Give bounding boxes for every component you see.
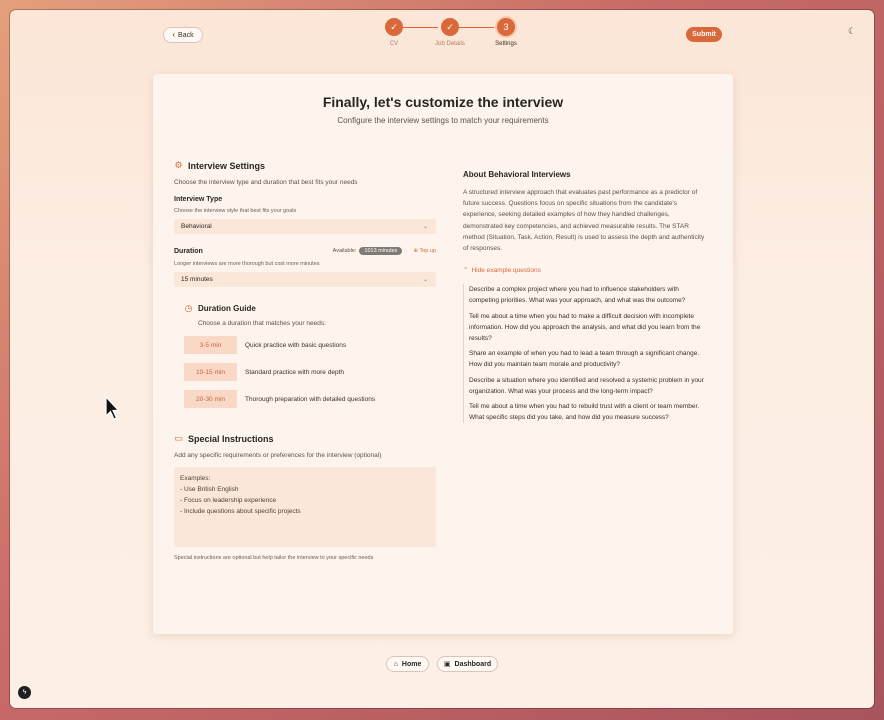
duration-value: 15 minutes — [181, 276, 213, 283]
chevron-down-icon: ⌄ — [422, 224, 428, 230]
dashboard-label: Dashboard — [454, 660, 492, 668]
special-instructions-heading: ▭ Special Instructions — [174, 433, 436, 444]
guide-row: 3-5 min Quick practice with basic questi… — [184, 336, 436, 354]
hide-questions-toggle[interactable]: ⌃ Hide example questions — [463, 266, 705, 275]
moon-icon[interactable]: ☾ — [848, 26, 858, 36]
step-cv[interactable]: ✓ CV — [374, 18, 414, 47]
section-title: Interview Settings — [188, 160, 266, 171]
about-heading: About Behavioral Interviews — [463, 170, 571, 179]
chevron-left-icon: ‹ — [172, 30, 176, 39]
duration-select[interactable]: 15 minutes ⌄ — [174, 272, 436, 287]
available-minutes: Available: 1013 minutes ⊕ Top up — [333, 247, 436, 255]
interview-settings-heading: ⚙ Interview Settings — [174, 160, 436, 171]
back-button[interactable]: ‹ Back — [163, 27, 203, 43]
special-instructions-description: Add any specific requirements or prefere… — [174, 452, 382, 459]
placeholder-line: - Use British English — [180, 486, 239, 493]
section-title: Special Instructions — [188, 433, 274, 444]
chevron-down-icon: ⌄ — [422, 277, 428, 283]
example-questions-list: Describe a complex project where you had… — [463, 284, 705, 424]
step-label: Job Details — [435, 41, 465, 47]
submit-button[interactable]: Submit — [686, 27, 722, 42]
section-title: Duration Guide — [198, 304, 256, 313]
bolt-icon[interactable]: ϟ — [18, 686, 31, 699]
settings-column: ⚙ Interview Settings Choose the intervie… — [174, 160, 436, 561]
guide-row: 10-15 min Standard practice with more de… — [184, 363, 436, 381]
plus-circle-icon: ⊕ — [413, 248, 419, 254]
clock-icon: ◷ — [184, 303, 193, 313]
guide-row: 20-30 min Thorough preparation with deta… — [184, 390, 436, 408]
placeholder-line: Examples: — [180, 475, 211, 482]
duration-range-badge: 10-15 min — [184, 363, 237, 381]
dashboard-icon: ▣ — [443, 661, 451, 668]
placeholder-line: - Include questions about specific proje… — [180, 508, 301, 515]
back-label: Back — [178, 31, 194, 39]
message-icon: ▭ — [174, 433, 183, 443]
check-icon: ✓ — [441, 18, 459, 36]
about-body: A structured interview approach that eva… — [463, 189, 705, 253]
step-number: 3 — [497, 18, 515, 36]
duration-range-badge: 3-5 min — [184, 336, 237, 354]
duration-row: Duration Available: 1013 minutes ⊕ Top u… — [174, 247, 436, 255]
top-up-link[interactable]: ⊕ Top up — [413, 248, 436, 254]
page-subtitle: Configure the interview settings to matc… — [337, 116, 549, 125]
top-up-label: Top up — [419, 248, 436, 254]
duration-guide-heading: ◷ Duration Guide — [184, 303, 436, 314]
home-label: Home — [401, 660, 422, 668]
placeholder-line: - Focus on leadership experience — [180, 497, 277, 504]
page-title: Finally, let's customize the interview — [322, 94, 564, 110]
interview-type-label: Interview Type — [174, 196, 223, 203]
gear-icon: ⚙ — [174, 160, 183, 170]
duration-guide: ◷ Duration Guide Choose a duration that … — [184, 303, 436, 408]
list-item: Tell me about a time when you had to reb… — [469, 403, 700, 422]
about-column: About Behavioral Interviews A structured… — [463, 170, 705, 427]
minutes-badge: 1013 minutes — [359, 247, 403, 255]
settings-card: Finally, let's customize the interview C… — [153, 74, 733, 634]
duration-range-badge: 20-30 min — [184, 390, 237, 408]
special-instructions-footnote: Special instructions are optional but he… — [174, 555, 374, 561]
available-label: Available: — [332, 248, 357, 254]
step-settings[interactable]: 3 Settings — [486, 18, 526, 47]
list-item: Tell me about a time when you had to mak… — [469, 312, 701, 343]
interview-settings-description: Choose the interview type and duration t… — [174, 179, 358, 186]
list-item: Describe a situation where you identifie… — [469, 376, 704, 395]
duration-range-desc: Quick practice with basic questions — [245, 341, 347, 349]
duration-label: Duration — [174, 247, 203, 255]
interview-type-hint: Choose the interview style that best fit… — [174, 208, 297, 214]
chevron-up-icon: ⌃ — [463, 267, 469, 275]
mouse-cursor-icon — [105, 396, 119, 420]
duration-hint: Longer interviews are more thorough but … — [174, 261, 320, 267]
step-label: Settings — [495, 41, 517, 47]
step-label: CV — [389, 41, 399, 47]
list-item: Describe a complex project where you had… — [469, 286, 686, 305]
duration-range-desc: Standard practice with more depth — [245, 368, 344, 376]
duration-range-desc: Thorough preparation with detailed quest… — [245, 395, 376, 403]
interview-type-select[interactable]: Behavioral ⌄ — [174, 219, 436, 234]
home-button[interactable]: ⌂ Home — [386, 656, 429, 672]
step-job-details[interactable]: ✓ Job Details — [430, 18, 470, 47]
dashboard-button[interactable]: ▣ Dashboard — [437, 656, 498, 672]
progress-stepper: ✓ CV ✓ Job Details 3 Settings — [370, 18, 517, 60]
special-instructions-input[interactable]: Examples: - Use British English - Focus … — [174, 467, 436, 547]
duration-guide-description: Choose a duration that matches your need… — [198, 320, 326, 327]
app-window: ‹ Back ✓ CV ✓ Job Details 3 Settings Sub… — [10, 10, 874, 708]
check-icon: ✓ — [385, 18, 403, 36]
interview-type-value: Behavioral — [181, 223, 212, 230]
list-item: Share an example of when you had to lead… — [469, 350, 700, 369]
home-icon: ⌂ — [393, 660, 398, 668]
toggle-label: Hide example questions — [471, 266, 541, 274]
